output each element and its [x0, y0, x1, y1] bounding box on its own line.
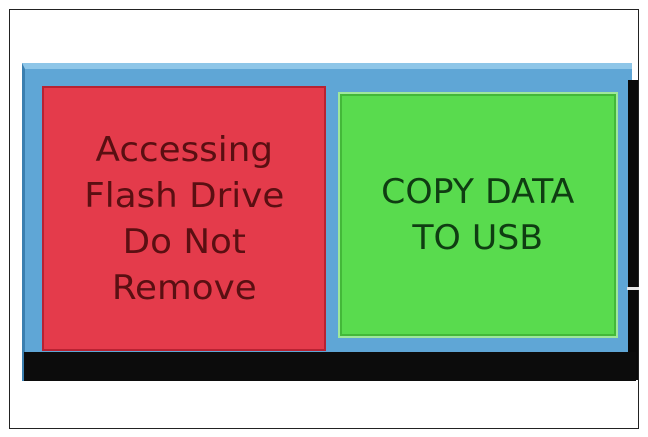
status-line-flash-drive: Flash Drive — [83, 175, 285, 216]
panel-edge-marker — [627, 287, 639, 290]
copy-label-line-2: TO USB — [412, 218, 544, 258]
copy-data-to-usb-button[interactable]: COPY DATA TO USB — [338, 92, 618, 338]
panel-shadow-right — [628, 80, 638, 380]
status-line-accessing: Accessing — [95, 129, 273, 170]
panel-shadow-bottom — [24, 352, 636, 381]
status-message: Accessing Flash Drive Do Not Remove — [84, 127, 284, 311]
copy-label-line-1: COPY DATA — [381, 172, 575, 212]
copy-button-label: COPY DATA TO USB — [381, 169, 574, 261]
status-line-remove: Remove — [111, 267, 257, 308]
flash-drive-status-indicator: Accessing Flash Drive Do Not Remove — [42, 86, 326, 351]
status-line-do-not: Do Not — [122, 221, 246, 262]
